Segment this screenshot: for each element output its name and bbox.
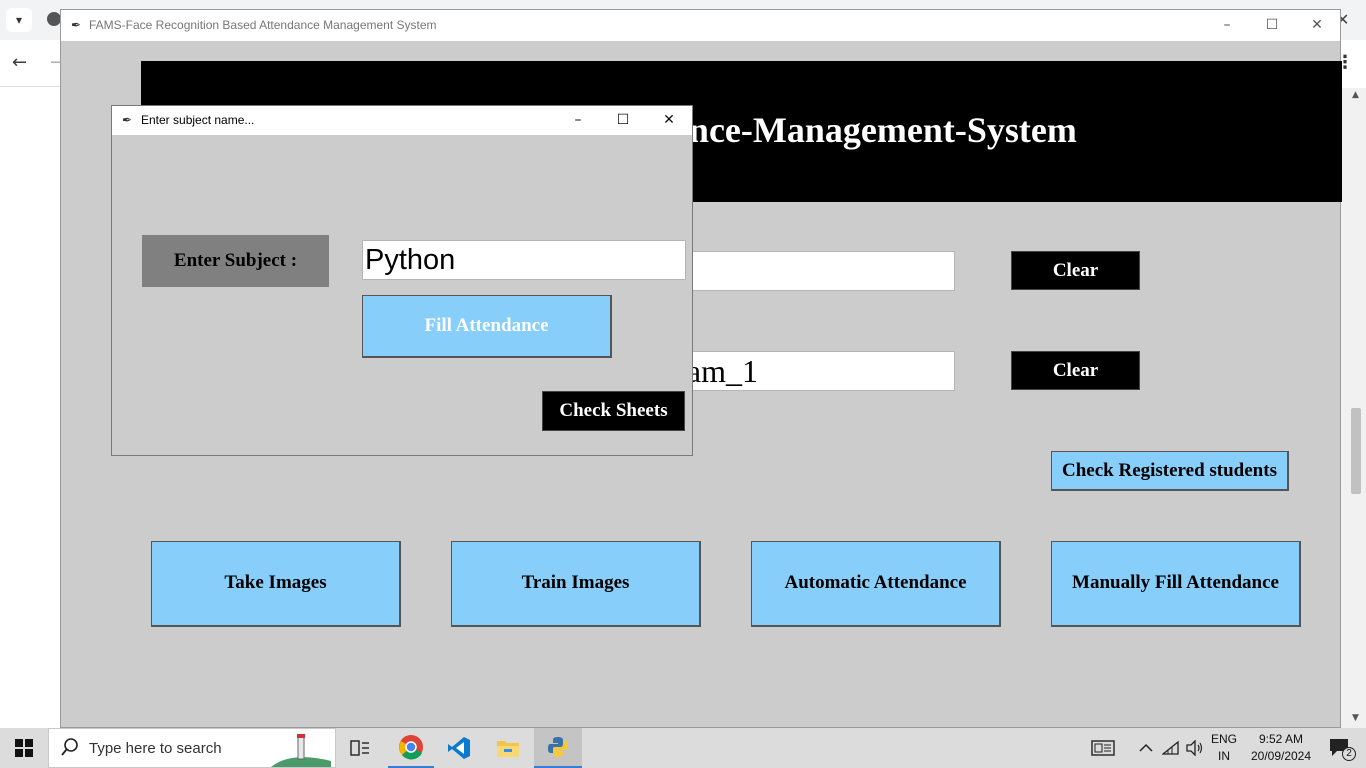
dialog-close-icon[interactable]: ✕ [649, 109, 689, 131]
file-explorer-icon[interactable] [484, 728, 532, 768]
feather-icon: ✒ [122, 113, 133, 127]
scroll-down-icon[interactable]: ▼ [1352, 713, 1359, 723]
clock-date[interactable]: 20/09/2024 [1244, 749, 1318, 763]
search-highlight-lighthouse-icon [271, 731, 331, 768]
scrollbar-thumb[interactable] [1351, 408, 1361, 494]
chrome-icon[interactable] [388, 728, 434, 768]
subject-input[interactable]: Python [362, 240, 686, 280]
train-images-button[interactable]: Train Images [451, 541, 701, 627]
clear-enrollment-button[interactable]: Clear [1011, 251, 1140, 290]
fill-attendance-button[interactable]: Fill Attendance [362, 295, 612, 358]
back-arrow-icon[interactable]: ← [12, 52, 32, 73]
taskbar-search-box[interactable]: Type here to search [48, 728, 336, 768]
python-icon[interactable] [534, 728, 582, 768]
automatic-attendance-button[interactable]: Automatic Attendance [751, 541, 1001, 627]
volume-icon[interactable] [1184, 728, 1206, 768]
network-icon[interactable] [1160, 728, 1182, 768]
news-icon[interactable] [1088, 728, 1118, 768]
forward-arrow-icon[interactable]: → [50, 52, 65, 73]
clock-time[interactable]: 9:52 AM [1244, 732, 1318, 746]
search-placeholder: Type here to search [89, 740, 222, 757]
search-icon [61, 738, 79, 762]
feather-icon: ✒ [71, 18, 82, 32]
globe-icon [47, 12, 61, 26]
main-title-bar[interactable]: ✒ FAMS-Face Recognition Based Attendance… [61, 10, 1340, 41]
subject-dialog: ✒ Enter subject name... – ☐ ✕ Enter Subj… [111, 105, 693, 456]
clear-name-button[interactable]: Clear [1011, 351, 1140, 390]
language-indicator[interactable]: ENG [1208, 732, 1240, 746]
enter-subject-label: Enter Subject : [142, 235, 329, 287]
dialog-maximize-icon[interactable]: ☐ [603, 109, 643, 131]
minimize-icon[interactable]: – [1207, 14, 1247, 36]
task-view-icon[interactable] [340, 728, 380, 768]
toolbar-divider [0, 86, 60, 87]
notification-count: 2 [1342, 747, 1356, 761]
windows-taskbar: Type here to search ENG IN 9:52 AM 20/09… [0, 728, 1366, 768]
windows-start-icon[interactable] [0, 728, 48, 768]
vscode-icon[interactable] [436, 728, 482, 768]
dialog-title: Enter subject name... [141, 113, 255, 127]
region-indicator[interactable]: IN [1208, 749, 1240, 763]
maximize-icon[interactable]: ☐ [1252, 14, 1292, 36]
notification-icon[interactable]: 2 [1320, 728, 1360, 768]
manually-fill-attendance-button[interactable]: Manually Fill Attendance [1051, 541, 1301, 627]
close-icon[interactable]: ✕ [1297, 14, 1337, 36]
dialog-title-bar[interactable]: ✒ Enter subject name... – ☐ ✕ [112, 106, 692, 135]
tab-menu-chevron-icon[interactable]: ▾ [6, 8, 32, 32]
check-registered-students-button[interactable]: Check Registered students [1051, 451, 1289, 491]
take-images-button[interactable]: Take Images [151, 541, 401, 627]
chevron-up-icon[interactable] [1136, 728, 1156, 768]
dialog-minimize-icon[interactable]: – [558, 109, 598, 131]
main-window-title: FAMS-Face Recognition Based Attendance M… [89, 18, 437, 32]
scroll-up-icon[interactable]: ▲ [1352, 90, 1359, 100]
check-sheets-button[interactable]: Check Sheets [542, 391, 685, 431]
